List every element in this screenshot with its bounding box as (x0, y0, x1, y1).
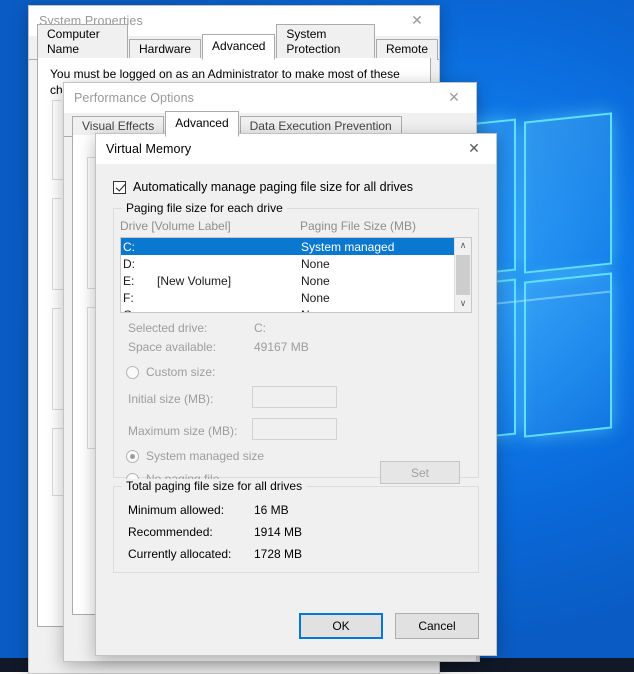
virtual-memory-window[interactable]: Virtual Memory ✕ Automatically manage pa… (95, 133, 497, 656)
selected-drive-label: Selected drive: (128, 321, 208, 335)
scroll-down-icon[interactable]: ∨ (455, 296, 471, 312)
maximum-size-input[interactable] (252, 418, 337, 440)
drive-letter: E: (123, 273, 135, 288)
drive-list[interactable]: C: System managed D: None E: [New Volume… (120, 237, 472, 313)
close-icon[interactable]: ✕ (395, 6, 439, 36)
virtual-memory-cancel-button[interactable]: Cancel (395, 613, 479, 639)
auto-manage-paging-row[interactable]: Automatically manage paging file size fo… (113, 180, 413, 194)
virtual-memory-ok-button[interactable]: OK (299, 613, 383, 639)
drive-list-headers: Drive [Volume Label] Paging File Size (M… (120, 219, 472, 235)
drive-paging-size: None (301, 273, 330, 288)
drive-letter: F: (123, 290, 134, 305)
paging-file-size-groupbox: Paging file size for each drive Drive [V… (113, 201, 479, 486)
performance-options-title: Performance Options (74, 91, 195, 105)
virtual-memory-title: Virtual Memory (106, 142, 192, 156)
auto-manage-label: Automatically manage paging file size fo… (133, 180, 413, 194)
drive-list-scrollbar[interactable]: ∧ ∨ (454, 238, 471, 312)
drive-paging-size: None (301, 290, 330, 305)
tab-remote[interactable]: Remote (375, 39, 438, 60)
system-managed-radio[interactable] (126, 449, 139, 463)
performance-options-titlebar[interactable]: Performance Options ✕ (64, 83, 476, 113)
tab-po-advanced[interactable]: Advanced (165, 111, 239, 137)
minimum-allowed-value: 16 MB (254, 503, 289, 517)
drive-list-rows: C: System managed D: None E: [New Volume… (121, 238, 454, 312)
table-row[interactable]: G: None (121, 306, 454, 313)
custom-size-radio[interactable] (126, 365, 139, 379)
table-row[interactable]: C: System managed (121, 238, 454, 255)
system-managed-label: System managed size (146, 449, 265, 463)
selected-drive-value: C: (254, 321, 266, 335)
recommended-label: Recommended: (128, 525, 213, 539)
tab-computer-name[interactable]: Computer Name (37, 24, 129, 60)
recommended-value: 1914 MB (254, 525, 303, 539)
table-row[interactable]: D: None (121, 255, 454, 272)
drive-volume: [New Volume] (157, 273, 232, 288)
column-header-drive: Drive [Volume Label] (120, 219, 231, 233)
table-row[interactable]: F: None (121, 289, 454, 306)
set-button: Set (380, 461, 460, 484)
virtual-memory-titlebar[interactable]: Virtual Memory ✕ (96, 134, 496, 164)
tab-system-protection[interactable]: System Protection (276, 24, 375, 60)
virtual-memory-button-bar: OK Cancel (299, 613, 479, 639)
scrollbar-thumb[interactable] (456, 255, 470, 295)
close-icon[interactable]: ✕ (452, 134, 496, 164)
scroll-up-icon[interactable]: ∧ (455, 238, 471, 254)
system-managed-radio-row[interactable]: System managed size (126, 449, 264, 463)
tab-advanced[interactable]: Advanced (202, 34, 276, 60)
total-paging-size-groupbox: Total paging file size for all drives Mi… (113, 479, 479, 573)
total-paging-size-title: Total paging file size for all drives (122, 479, 307, 493)
drive-paging-size: System managed (301, 239, 395, 254)
drive-letter: C: (123, 239, 135, 254)
drive-paging-size: None (301, 308, 454, 313)
column-header-paging-size: Paging File Size (MB) (300, 219, 417, 233)
tab-hardware[interactable]: Hardware (129, 39, 202, 60)
table-row[interactable]: E: [New Volume] None (121, 272, 454, 289)
currently-allocated-label: Currently allocated: (128, 547, 232, 561)
drive-letter: D: (123, 256, 135, 271)
currently-allocated-value: 1728 MB (254, 547, 303, 561)
paging-file-size-groupbox-title: Paging file size for each drive (122, 201, 287, 215)
close-icon[interactable]: ✕ (432, 83, 476, 113)
wallpaper-pane-top-right (524, 112, 612, 274)
drive-paging-size: None (301, 256, 330, 271)
custom-size-label: Custom size: (146, 365, 216, 379)
minimum-allowed-label: Minimum allowed: (128, 503, 225, 517)
space-available-value: 49167 MB (254, 340, 309, 354)
custom-size-radio-row[interactable]: Custom size: (126, 365, 215, 379)
initial-size-input[interactable] (252, 386, 337, 408)
system-properties-tabs[interactable]: Computer Name Hardware Advanced System P… (29, 24, 439, 60)
auto-manage-checkbox[interactable] (113, 180, 126, 194)
drive-letter: G: (123, 308, 157, 313)
virtual-memory-body: Automatically manage paging file size fo… (96, 164, 496, 655)
space-available-label: Space available: (128, 340, 217, 354)
maximum-size-label: Maximum size (MB): (128, 424, 238, 438)
initial-size-label: Initial size (MB): (128, 392, 214, 406)
